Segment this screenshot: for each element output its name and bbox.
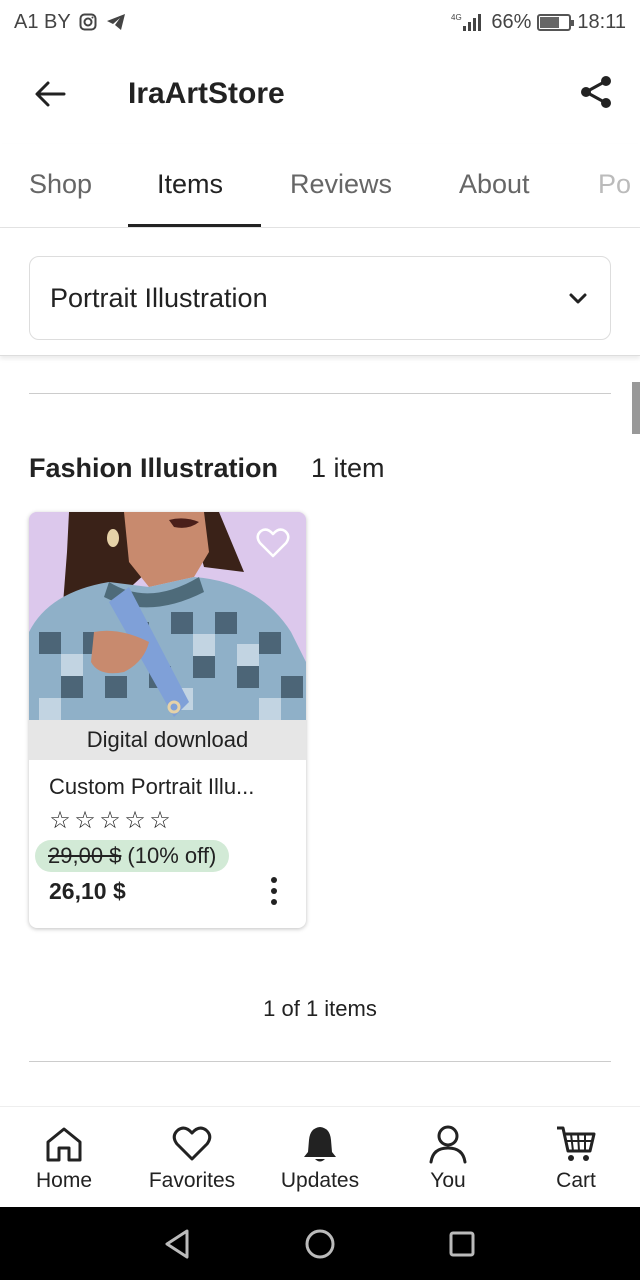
shop-tabs: Shop Items Reviews About Po: [0, 144, 640, 228]
heart-icon: [256, 528, 290, 558]
listing-image[interactable]: [29, 512, 306, 720]
nav-updates-label: Updates: [280, 1169, 360, 1192]
star-icon: ☆: [99, 807, 122, 834]
more-vert-icon: [271, 877, 277, 883]
footer-divider: [29, 1061, 611, 1062]
tab-reviews[interactable]: Reviews: [290, 166, 392, 202]
star-icon: ☆: [49, 807, 72, 834]
telegram-icon: [105, 11, 127, 33]
share-icon: [581, 76, 611, 108]
battery-icon: [537, 13, 575, 31]
status-bar: A1 BY 4G 66% 18:11: [0, 0, 640, 44]
section-item-count: 1 item: [311, 453, 385, 483]
share-button[interactable]: [576, 72, 616, 112]
instagram-icon: [77, 11, 99, 33]
bell-icon: [299, 1123, 341, 1165]
tab-shop[interactable]: Shop: [29, 166, 92, 202]
section-title: Fashion Illustration: [29, 453, 279, 483]
chevron-down-icon: [566, 286, 590, 310]
nav-home[interactable]: Home: [0, 1107, 128, 1207]
nav-favorites[interactable]: Favorites: [128, 1107, 256, 1207]
filter-bar: Portrait Illustration: [0, 228, 640, 356]
app-header: IraArtStore: [0, 44, 640, 144]
star-icon: ☆: [124, 807, 147, 834]
original-price: 29,00 $: [48, 843, 122, 868]
system-navigation-bar: [0, 1207, 640, 1280]
scrollbar[interactable]: [632, 382, 640, 434]
pagination-text: 1 of 1 items: [263, 996, 377, 1021]
home-icon: [43, 1123, 85, 1165]
shop-title: IraArtStore: [128, 77, 285, 110]
discount-percent: (10% off): [127, 843, 217, 868]
person-icon: [427, 1123, 469, 1165]
status-right: 4G 66% 18:11: [451, 11, 626, 34]
clock: 18:11: [577, 10, 626, 33]
cart-icon: [555, 1123, 597, 1165]
star-icon: ☆: [74, 807, 97, 834]
sale-price: 26,10 $: [49, 878, 126, 904]
favorite-button[interactable]: [254, 524, 292, 562]
nav-cart[interactable]: Cart: [512, 1107, 640, 1207]
discount-pill: 29,00 $ (10% off): [35, 840, 230, 872]
tab-items[interactable]: Items: [157, 166, 223, 202]
listing-card[interactable]: Digital download Custom Portrait Illu...…: [29, 512, 306, 928]
square-recents-icon: [449, 1231, 475, 1257]
nav-you-label: You: [430, 1169, 466, 1192]
arrow-left-icon: [35, 81, 66, 107]
status-left: A1 BY: [14, 11, 127, 34]
digital-download-badge: Digital download: [29, 720, 306, 760]
triangle-back-icon: [165, 1229, 189, 1259]
battery-percent: 66%: [491, 10, 532, 33]
more-vert-icon-dot: [271, 888, 277, 894]
svg-text:4G: 4G: [451, 13, 462, 22]
rating-stars: ☆ ☆ ☆ ☆ ☆: [49, 806, 172, 835]
star-icon: ☆: [149, 807, 172, 834]
circle-home-icon: [305, 1229, 335, 1259]
more-vert-icon-dot: [271, 899, 277, 905]
back-button[interactable]: [30, 74, 70, 114]
nav-favorites-label: Favorites: [148, 1169, 236, 1192]
heart-icon: [171, 1123, 213, 1165]
tab-policies[interactable]: Po: [598, 166, 631, 202]
nav-updates[interactable]: Updates: [256, 1107, 384, 1207]
dropdown-selected-label: Portrait Illustration: [50, 282, 268, 313]
nav-home-label: Home: [35, 1169, 93, 1192]
more-options-button[interactable]: [264, 874, 284, 908]
system-back-button[interactable]: [160, 1227, 194, 1261]
section-dropdown[interactable]: Portrait Illustration: [29, 256, 611, 340]
section-divider: [29, 393, 611, 394]
nav-you[interactable]: You: [384, 1107, 512, 1207]
signal-icon: 4G: [451, 11, 485, 33]
carrier-label: A1 BY: [14, 10, 71, 33]
nav-cart-label: Cart: [556, 1169, 596, 1192]
system-home-button[interactable]: [303, 1227, 337, 1261]
bottom-navigation: Home Favorites Updates You Cart: [0, 1106, 640, 1206]
system-recents-button[interactable]: [445, 1227, 479, 1261]
tab-about[interactable]: About: [459, 166, 530, 202]
listing-title[interactable]: Custom Portrait Illu...: [49, 774, 289, 800]
